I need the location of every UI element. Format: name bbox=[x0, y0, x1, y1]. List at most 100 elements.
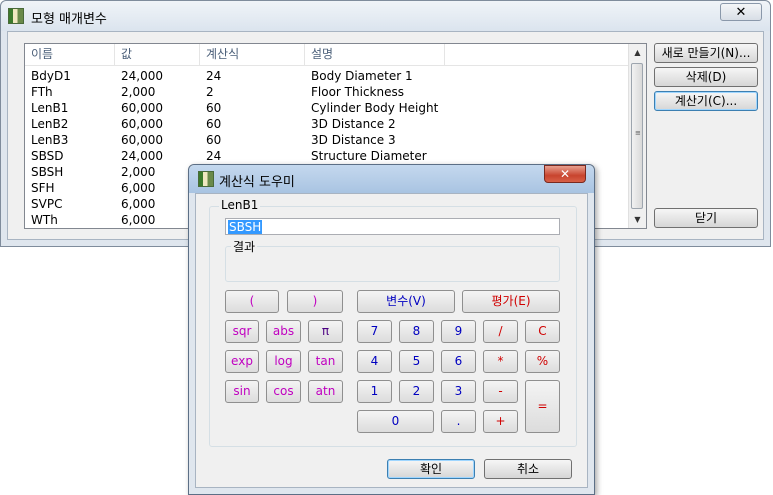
calculator-button[interactable]: 계산기(C)... bbox=[654, 91, 758, 111]
table-row[interactable]: LenB2 60,000 60 3D Distance 2 bbox=[25, 116, 630, 132]
scroll-grip-icon: ≡ bbox=[635, 129, 641, 137]
result-label: 결과 bbox=[231, 238, 258, 255]
app-icon bbox=[198, 171, 214, 187]
column-header-name[interactable]: 이름 bbox=[25, 44, 115, 65]
cell-name: LenB2 bbox=[31, 117, 69, 131]
cell-name: SBSH bbox=[31, 165, 64, 179]
sqr-button[interactable]: sqr bbox=[225, 320, 259, 343]
column-header-description[interactable]: 설명 bbox=[305, 44, 445, 65]
formula-helper-dialog: 계산식 도우미 ✕ LenB1 SBSH 결과 ( ) 변수(V) 평가(E) … bbox=[188, 164, 595, 495]
table-row[interactable]: SBSD 24,000 24 Structure Diameter bbox=[25, 148, 630, 164]
cell-value: 24,000 bbox=[121, 69, 163, 83]
digit-3-button[interactable]: 3 bbox=[441, 380, 476, 403]
variable-button[interactable]: 변수(V) bbox=[357, 290, 455, 313]
digit-5-button[interactable]: 5 bbox=[399, 350, 434, 373]
cell-value: 6,000 bbox=[121, 181, 156, 195]
right-paren-button[interactable]: ) bbox=[287, 290, 343, 313]
cell-description: 3D Distance 2 bbox=[311, 117, 396, 131]
digit-2-button[interactable]: 2 bbox=[399, 380, 434, 403]
cell-formula: 60 bbox=[206, 117, 222, 131]
dialog-close-button[interactable]: ✕ bbox=[544, 165, 586, 183]
cell-name: BdyD1 bbox=[31, 69, 71, 83]
cancel-button[interactable]: 취소 bbox=[484, 459, 572, 479]
pi-button[interactable]: π bbox=[308, 320, 343, 343]
digit-6-button[interactable]: 6 bbox=[441, 350, 476, 373]
digit-8-button[interactable]: 8 bbox=[399, 320, 434, 343]
cell-description: 3D Distance 3 bbox=[311, 133, 396, 147]
column-header-formula[interactable]: 계산식 bbox=[200, 44, 305, 65]
cell-name: SBSD bbox=[31, 149, 64, 163]
result-value bbox=[236, 258, 536, 272]
cell-name: SVPC bbox=[31, 197, 63, 211]
delete-button[interactable]: 삭제(D) bbox=[654, 67, 758, 87]
new-button[interactable]: 새로 만들기(N)... bbox=[654, 43, 758, 63]
close-button[interactable]: 닫기 bbox=[654, 208, 758, 228]
list-header: 이름 값 계산식 설명 bbox=[25, 44, 630, 66]
ok-button[interactable]: 확인 bbox=[387, 459, 475, 479]
cos-button[interactable]: cos bbox=[266, 380, 301, 403]
scroll-thumb[interactable]: ≡ bbox=[631, 63, 643, 209]
cell-value: 60,000 bbox=[121, 133, 163, 147]
decimal-point-button[interactable]: . bbox=[441, 410, 476, 433]
cell-name: LenB1 bbox=[31, 101, 69, 115]
atn-button[interactable]: atn bbox=[308, 380, 343, 403]
expression-input[interactable]: SBSH bbox=[225, 218, 560, 235]
evaluate-button[interactable]: 평가(E) bbox=[462, 290, 560, 313]
table-row[interactable]: FTh 2,000 2 Floor Thickness bbox=[25, 84, 630, 100]
dialog-title-bar[interactable]: 계산식 도우미 ✕ bbox=[189, 165, 594, 193]
cell-formula: 24 bbox=[206, 69, 222, 83]
equals-button[interactable]: = bbox=[525, 380, 560, 433]
table-row[interactable]: LenB3 60,000 60 3D Distance 3 bbox=[25, 132, 630, 148]
cell-value: 60,000 bbox=[121, 117, 163, 131]
column-header-value[interactable]: 값 bbox=[115, 44, 200, 65]
cell-formula: 60 bbox=[206, 101, 222, 115]
list-vertical-scrollbar[interactable]: ▲ ≡ ▼ bbox=[628, 44, 646, 228]
cell-value: 60,000 bbox=[121, 101, 163, 115]
modulo-button[interactable]: % bbox=[525, 350, 560, 373]
cell-value: 2,000 bbox=[121, 85, 156, 99]
digit-7-button[interactable]: 7 bbox=[357, 320, 392, 343]
divide-button[interactable]: / bbox=[483, 320, 518, 343]
cell-formula: 60 bbox=[206, 133, 222, 147]
cell-formula: 24 bbox=[206, 149, 222, 163]
cell-name: FTh bbox=[31, 85, 53, 99]
dialog-client-area: LenB1 SBSH 결과 ( ) 변수(V) 평가(E) sqr abs π … bbox=[195, 193, 588, 488]
table-row[interactable]: LenB1 60,000 60 Cylinder Body Height bbox=[25, 100, 630, 116]
clear-button[interactable]: C bbox=[525, 320, 560, 343]
parameter-name-label: LenB1 bbox=[219, 198, 261, 212]
add-button[interactable]: + bbox=[483, 410, 518, 433]
cell-description: Body Diameter 1 bbox=[311, 69, 413, 83]
expression-text: SBSH bbox=[228, 220, 263, 234]
main-title-bar[interactable]: 모형 매개변수 ✕ bbox=[1, 1, 770, 31]
cell-value: 6,000 bbox=[121, 213, 156, 227]
cell-name: SFH bbox=[31, 181, 55, 195]
table-row[interactable]: BdyD1 24,000 24 Body Diameter 1 bbox=[25, 68, 630, 84]
left-paren-button[interactable]: ( bbox=[225, 290, 279, 313]
app-icon bbox=[8, 8, 24, 24]
subtract-button[interactable]: - bbox=[483, 380, 518, 403]
main-close-button[interactable]: ✕ bbox=[720, 3, 762, 21]
cell-name: LenB3 bbox=[31, 133, 69, 147]
scroll-up-arrow-icon[interactable]: ▲ bbox=[629, 44, 646, 61]
multiply-button[interactable]: * bbox=[483, 350, 518, 373]
digit-4-button[interactable]: 4 bbox=[357, 350, 392, 373]
digit-1-button[interactable]: 1 bbox=[357, 380, 392, 403]
abs-button[interactable]: abs bbox=[266, 320, 301, 343]
main-window-title: 모형 매개변수 bbox=[31, 12, 107, 27]
cell-value: 2,000 bbox=[121, 165, 156, 179]
dialog-title: 계산식 도우미 bbox=[219, 175, 295, 190]
cell-formula: 2 bbox=[206, 85, 214, 99]
cell-value: 6,000 bbox=[121, 197, 156, 211]
digit-9-button[interactable]: 9 bbox=[441, 320, 476, 343]
exp-button[interactable]: exp bbox=[225, 350, 259, 373]
cell-description: Floor Thickness bbox=[311, 85, 404, 99]
log-button[interactable]: log bbox=[266, 350, 301, 373]
cell-name: WTh bbox=[31, 213, 58, 227]
cell-description: Cylinder Body Height bbox=[311, 101, 439, 115]
cell-description: Structure Diameter bbox=[311, 149, 427, 163]
sin-button[interactable]: sin bbox=[225, 380, 259, 403]
tan-button[interactable]: tan bbox=[308, 350, 343, 373]
cell-value: 24,000 bbox=[121, 149, 163, 163]
digit-0-button[interactable]: 0 bbox=[357, 410, 434, 433]
scroll-down-arrow-icon[interactable]: ▼ bbox=[629, 211, 646, 228]
